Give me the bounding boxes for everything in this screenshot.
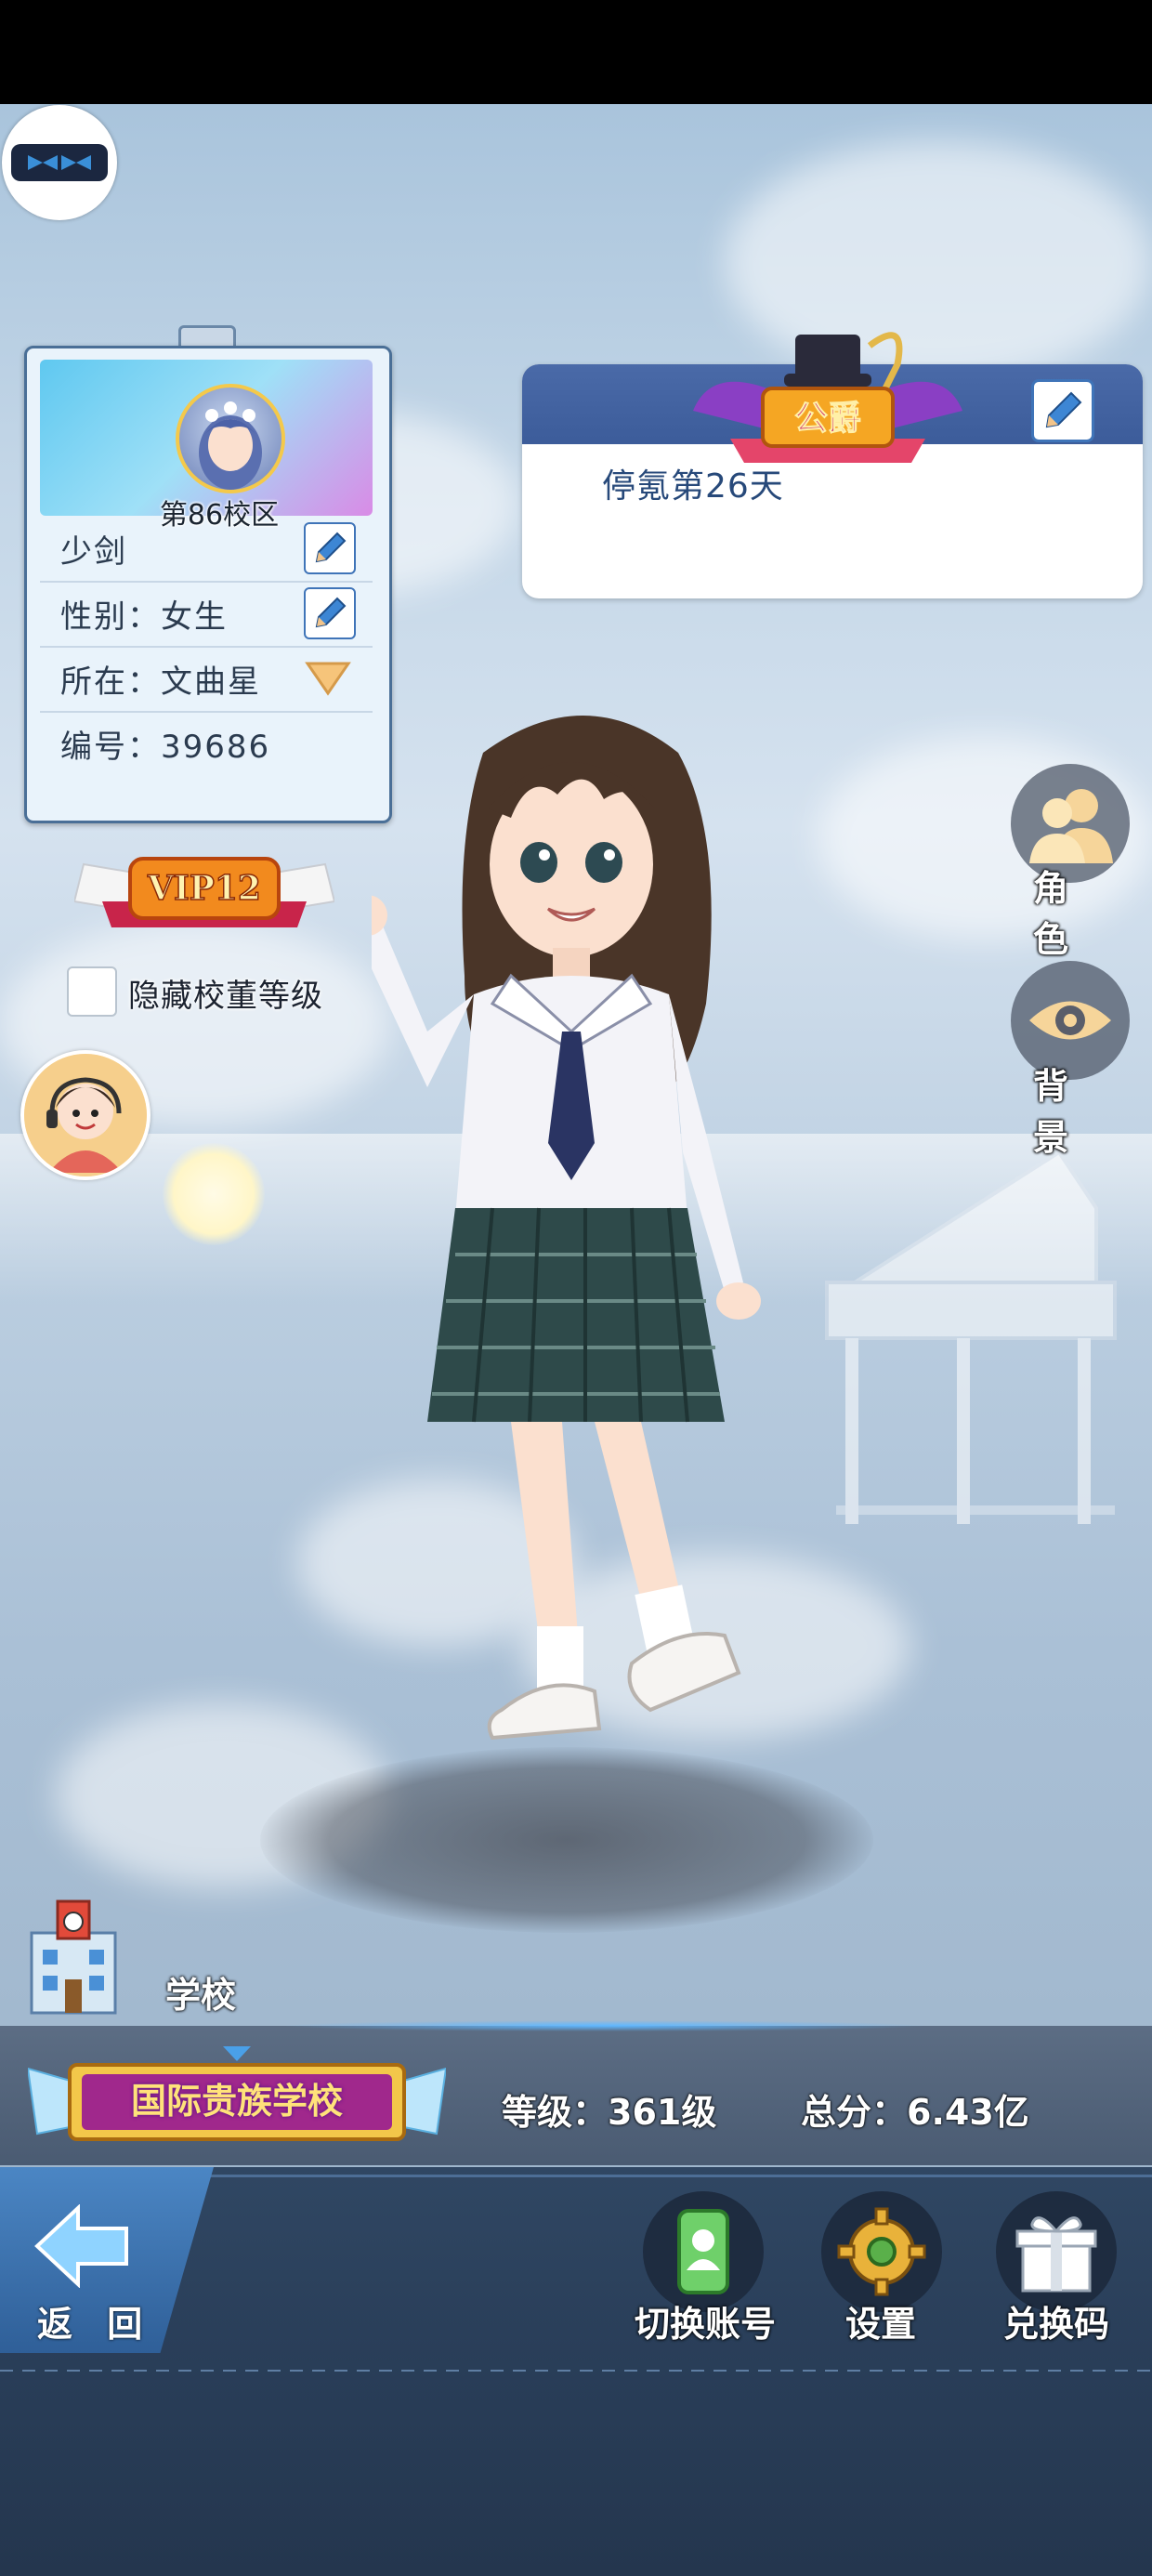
profile-name: 少剑 [60, 532, 127, 571]
title-status-text: 停氪第26天 [602, 467, 784, 506]
back-label: 返 回 [37, 2304, 154, 2345]
gender-text: 性别：女生 [60, 598, 228, 636]
location-text: 所在：文曲星 [60, 663, 261, 701]
vip-badge: VIP12 [74, 857, 334, 927]
school-bar-glow [279, 2020, 929, 2031]
app-logo[interactable] [2, 105, 117, 220]
customer-service-button[interactable] [20, 1050, 151, 1180]
gender-row: 性别：女生 [40, 581, 373, 648]
duke-title-label: 公爵 [794, 400, 861, 438]
character-avatar[interactable] [372, 697, 799, 1886]
pencil-icon [315, 597, 347, 628]
redeem-code-label: 兑换码 [1003, 2304, 1110, 2345]
edit-title-button[interactable] [1031, 379, 1094, 442]
status-bar [0, 0, 1152, 104]
gift-icon [1015, 2216, 1097, 2293]
bottom-nav-stitch [0, 2370, 1152, 2372]
role-label: 角 色 [1033, 868, 1082, 960]
back-arrow-icon [34, 2204, 128, 2288]
switch-account-button[interactable] [643, 2191, 764, 2312]
school-level: 等级：361级 [502, 2092, 717, 2133]
settings-button[interactable] [821, 2191, 942, 2312]
background-label: 背 景 [1033, 1066, 1082, 1158]
dropdown-triangle-icon[interactable] [304, 660, 352, 697]
school-building-icon [30, 1899, 117, 2015]
logo-icon [11, 144, 108, 181]
hide-level-label: 隐藏校董等级 [128, 978, 323, 1015]
piano-silhouette [825, 1150, 1117, 1524]
id-row: 编号：39686 [40, 711, 373, 776]
edit-gender-button[interactable] [304, 587, 356, 639]
name-row: 少剑 [40, 516, 373, 583]
id-text: 编号：39686 [60, 728, 271, 766]
pencil-icon [1045, 391, 1082, 428]
vip-label: VIP12 [147, 869, 261, 908]
hide-level-checkbox[interactable] [67, 966, 117, 1017]
profile-avatar[interactable] [176, 384, 285, 493]
profile-card: 第86校区 少剑 性别：女生 所在：文曲星 编号：39686 [24, 346, 392, 823]
profile-card-header: 第86校区 [40, 360, 373, 532]
edit-name-button[interactable] [304, 522, 356, 574]
people-icon [1029, 789, 1113, 863]
avatar-portrait-icon [199, 401, 262, 490]
phone-account-icon [677, 2209, 729, 2294]
eye-icon [1029, 1001, 1111, 1040]
duke-title-badge: 公爵 [693, 332, 962, 463]
redeem-code-button[interactable] [996, 2191, 1117, 2312]
settings-label: 设置 [845, 2304, 917, 2345]
school-score: 总分：6.43亿 [801, 2092, 1029, 2133]
school-section-label: 学校 [165, 1975, 237, 2016]
gear-icon [837, 2207, 926, 2296]
headset-girl-icon [24, 1054, 147, 1176]
school-name: 国际贵族学校 [130, 2081, 343, 2122]
pencil-icon [315, 532, 347, 563]
location-row[interactable]: 所在：文曲星 [40, 646, 373, 713]
sun [163, 1143, 265, 1245]
switch-account-label: 切换账号 [635, 2304, 777, 2345]
